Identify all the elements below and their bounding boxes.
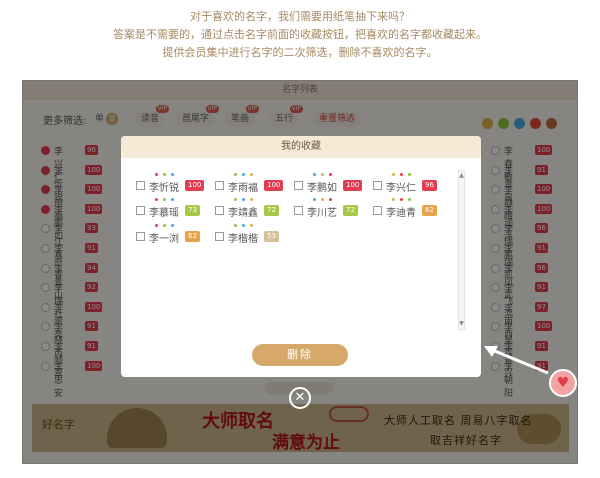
delete-button[interactable]: 删除	[252, 344, 348, 366]
tone-dot-icon	[408, 198, 411, 201]
tone-dot-icon	[313, 173, 316, 176]
scrollbar[interactable]: ▲ ▼	[458, 170, 465, 330]
favorite-name: 李慕瑶	[149, 208, 179, 219]
favorites-modal: 我的收藏 李忻锐 100 李雨福 100 李鹏如 100 李兴仁 96 李慕瑶 73 李靖鑫 72 李川…	[121, 136, 481, 377]
favorite-checkbox[interactable]	[136, 232, 145, 241]
favorite-name: 李靖鑫	[228, 208, 258, 219]
score-badge: 53	[264, 231, 279, 242]
favorite-checkbox[interactable]	[136, 181, 145, 190]
score-badge: 62	[422, 205, 437, 216]
tone-dot-icon	[400, 198, 403, 201]
scroll-down-icon[interactable]: ▼	[459, 321, 464, 327]
intro-text: 对于喜欢的名字，我们需要用纸笔抽下来吗？ 答案是不需要的，通过点击名字前面的收藏…	[0, 8, 600, 62]
tone-dot-icon	[408, 173, 411, 176]
tone-dot-icon	[329, 198, 332, 201]
favorite-name: 李兴仁	[386, 183, 416, 194]
scroll-up-icon[interactable]: ▲	[459, 173, 464, 179]
score-badge: 100	[185, 180, 205, 191]
favorite-checkbox[interactable]	[373, 206, 382, 215]
tone-dot-icon	[250, 173, 253, 176]
tone-dot-icon	[400, 173, 403, 176]
favorite-checkbox[interactable]	[294, 206, 303, 215]
pointer-arrow-icon	[484, 346, 549, 375]
tone-dot-icon	[242, 224, 245, 227]
favorite-checkbox[interactable]	[215, 181, 224, 190]
score-badge: 100	[264, 180, 284, 191]
tone-dot-icon	[163, 224, 166, 227]
close-icon[interactable]: ✕	[289, 387, 311, 409]
tone-dot-icon	[155, 224, 158, 227]
tone-dot-icon	[234, 224, 237, 227]
tone-dot-icon	[392, 173, 395, 176]
tone-dot-icon	[163, 173, 166, 176]
intro-line-1: 对于喜欢的名字，我们需要用纸笔抽下来吗？	[190, 10, 410, 23]
tone-dot-icon	[313, 198, 316, 201]
favorite-checkbox[interactable]	[215, 232, 224, 241]
modal-title: 我的收藏	[121, 136, 481, 158]
score-badge: 73	[185, 205, 200, 216]
tone-dot-icon	[242, 198, 245, 201]
tone-dot-icon	[242, 173, 245, 176]
tone-dot-icon	[163, 198, 166, 201]
tone-dot-icon	[155, 173, 158, 176]
intro-line-3: 提供会员集中进行名字的二次筛选，删除不喜欢的名字。	[162, 46, 438, 59]
tone-dot-icon	[234, 173, 237, 176]
favorite-checkbox[interactable]	[215, 206, 224, 215]
favorite-name: 李川艺	[307, 208, 337, 219]
score-badge: 100	[343, 180, 363, 191]
favorite-name: 李一浏	[149, 234, 179, 245]
tone-dot-icon	[155, 198, 158, 201]
score-badge: 96	[422, 180, 437, 191]
tone-dot-icon	[329, 173, 332, 176]
favorite-checkbox[interactable]	[136, 206, 145, 215]
favorite-name: 李迪青	[386, 208, 416, 219]
favorite-name: 李鹏如	[307, 183, 337, 194]
favorite-name: 李忻锐	[149, 183, 179, 194]
tone-dot-icon	[250, 224, 253, 227]
tone-dot-icon	[321, 173, 324, 176]
favorite-name: 李楷楷	[228, 234, 258, 245]
tone-dot-icon	[321, 198, 324, 201]
tone-dot-icon	[171, 173, 174, 176]
favorite-checkbox[interactable]	[294, 181, 303, 190]
score-badge: 72	[343, 205, 358, 216]
score-badge: 72	[264, 205, 279, 216]
favorite-checkbox[interactable]	[373, 181, 382, 190]
score-badge: 62	[185, 231, 200, 242]
tone-dot-icon	[392, 198, 395, 201]
intro-line-2: 答案是不需要的，通过点击名字前面的收藏按钮，把喜欢的名字都收藏起来。	[113, 28, 487, 41]
tone-dot-icon	[234, 198, 237, 201]
tone-dot-icon	[250, 198, 253, 201]
tone-dot-icon	[171, 224, 174, 227]
tone-dot-icon	[171, 198, 174, 201]
favorite-name: 李雨福	[228, 183, 258, 194]
heart-icon[interactable]: ♥	[549, 369, 577, 397]
